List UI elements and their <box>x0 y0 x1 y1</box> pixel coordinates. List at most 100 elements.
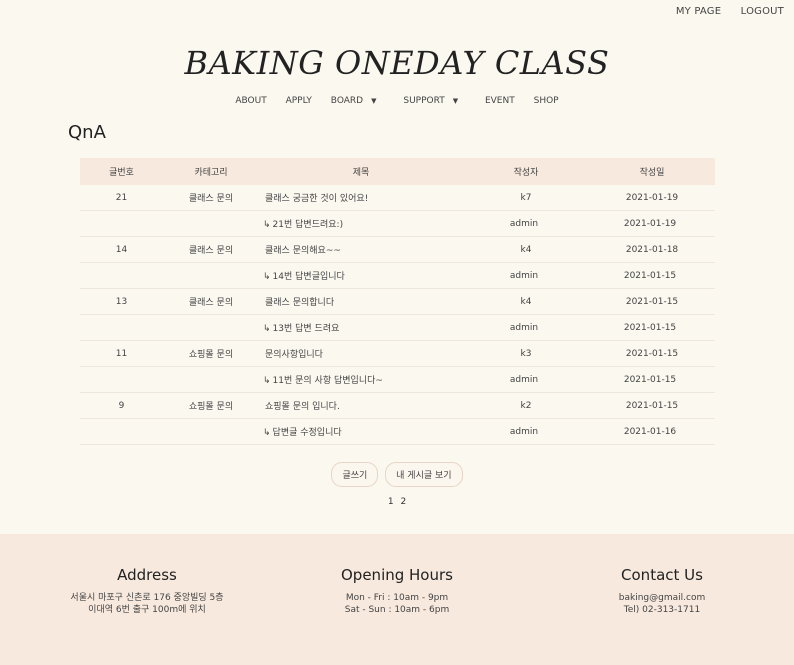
page-link-1[interactable]: 1 <box>388 497 394 507</box>
row-title[interactable]: 클래스 궁금한 것이 있어요! <box>259 191 463 204</box>
row-date: 2021-01-15 <box>623 374 677 385</box>
row-title[interactable]: ↳ 13번 답변 드려요 <box>259 321 461 334</box>
row-category: 쇼핑몰 문의 <box>188 350 234 360</box>
reply-arrow-icon: ↳ <box>263 428 271 438</box>
hours-line-1: Mon - Fri : 10am - 9pm <box>345 593 449 603</box>
footer-hours: Opening Hours Mon - Fri : 10am - 9pm Sat… <box>297 566 497 616</box>
row-title[interactable]: ↳ 14번 답변글입니다 <box>259 269 461 282</box>
nav-support-label: SUPPORT <box>403 96 445 106</box>
address-heading: Address <box>117 566 177 584</box>
table-row[interactable]: ↳ 11번 문의 사항 답변입니다~ admin 2021-01-15 <box>80 367 715 393</box>
row-author: admin <box>509 218 539 229</box>
row-title-text: 21번 답변드려요:) <box>272 220 344 230</box>
caret-down-icon: ▼ <box>371 97 377 105</box>
row-title-text: 14번 답변글입니다 <box>272 272 345 282</box>
row-no: 21 <box>115 192 128 203</box>
table-header: 글번호 카테고리 제목 작성자 작성일 <box>80 158 715 185</box>
header-title: 제목 <box>352 168 370 178</box>
row-author: admin <box>509 322 539 333</box>
nav-about[interactable]: ABOUT <box>235 96 266 106</box>
table-row[interactable]: 21 클래스 문의 클래스 궁금한 것이 있어요! k7 2021-01-19 <box>80 185 715 211</box>
row-date: 2021-01-15 <box>623 322 677 333</box>
reply-arrow-icon: ↳ <box>263 376 271 386</box>
row-no: 9 <box>118 400 125 411</box>
board-actions: 글쓰기 내 게시글 보기 <box>0 462 794 487</box>
row-category: 클래스 문의 <box>188 194 234 204</box>
row-author: k3 <box>520 348 532 359</box>
nav-apply[interactable]: APPLY <box>286 96 312 106</box>
row-author: k4 <box>520 296 532 307</box>
header-author: 작성자 <box>513 168 539 178</box>
header-no: 글번호 <box>109 168 134 178</box>
top-bar: MY PAGE LOGOUT <box>660 6 784 17</box>
row-no: 14 <box>115 244 128 255</box>
header-category: 카테고리 <box>194 168 228 178</box>
row-author: admin <box>509 426 539 437</box>
row-date: 2021-01-15 <box>625 400 679 411</box>
table-row[interactable]: 14 클래스 문의 클래스 문의해요~~ k4 2021-01-18 <box>80 237 715 263</box>
table-row[interactable]: 11 쇼핑몰 문의 문의사항입니다 k3 2021-01-15 <box>80 341 715 367</box>
table-row[interactable]: ↳ 답변글 수정입니다 admin 2021-01-16 <box>80 419 715 445</box>
row-date: 2021-01-15 <box>625 296 679 307</box>
footer-contact: Contact Us baking@gmail.com Tel) 02-313-… <box>562 566 762 616</box>
row-date: 2021-01-16 <box>623 426 677 437</box>
row-title[interactable]: ↳ 21번 답변드려요:) <box>259 217 461 230</box>
row-title-text: 클래스 궁금한 것이 있어요! <box>265 194 369 204</box>
address-line-2: 이대역 6번 출구 100m에 위치 <box>88 605 206 615</box>
row-date: 2021-01-19 <box>625 192 679 203</box>
my-page-link[interactable]: MY PAGE <box>676 6 721 17</box>
table-row[interactable]: 9 쇼핑몰 문의 쇼핑몰 문의 입니다. k2 2021-01-15 <box>80 393 715 419</box>
row-category: 쇼핑몰 문의 <box>188 402 234 412</box>
nav-event[interactable]: EVENT <box>485 96 515 106</box>
page-link-2[interactable]: 2 <box>400 497 406 507</box>
row-category: 클래스 문의 <box>188 246 234 256</box>
row-title[interactable]: ↳ 답변글 수정입니다 <box>259 425 461 438</box>
reply-arrow-icon: ↳ <box>263 272 271 282</box>
row-title-text: 답변글 수정입니다 <box>272 428 342 438</box>
row-title[interactable]: 문의사항입니다 <box>259 347 463 360</box>
pagination: 1 2 <box>0 497 794 507</box>
row-title[interactable]: ↳ 11번 문의 사항 답변입니다~ <box>259 373 461 386</box>
row-title-text: 문의사항입니다 <box>265 350 323 360</box>
logout-link[interactable]: LOGOUT <box>741 6 784 17</box>
contact-email: baking@gmail.com <box>618 593 706 603</box>
row-title[interactable]: 클래스 문의해요~~ <box>259 243 463 256</box>
row-title-text: 11번 문의 사항 답변입니다~ <box>272 376 383 386</box>
row-author: k7 <box>520 192 532 203</box>
hours-heading: Opening Hours <box>341 566 453 584</box>
nav-support[interactable]: SUPPORT ▼ <box>403 96 466 106</box>
row-author: k4 <box>520 244 532 255</box>
row-date: 2021-01-19 <box>623 218 677 229</box>
row-title-text: 쇼핑몰 문의 입니다. <box>265 402 340 412</box>
nav-shop[interactable]: SHOP <box>534 96 559 106</box>
row-title-text: 클래스 문의합니다 <box>265 298 335 308</box>
table-row[interactable]: ↳ 13번 답변 드려요 admin 2021-01-15 <box>80 315 715 341</box>
site-logo[interactable]: BAKING ONEDAY CLASS <box>0 44 794 82</box>
reply-arrow-icon: ↳ <box>263 220 271 230</box>
nav-board[interactable]: BOARD ▼ <box>331 96 385 106</box>
row-date: 2021-01-18 <box>625 244 679 255</box>
contact-phone: Tel) 02-313-1711 <box>623 605 701 615</box>
row-title[interactable]: 클래스 문의합니다 <box>259 295 463 308</box>
footer-address: Address 서울시 마포구 신촌로 176 중앙빌딩 5층 이대역 6번 출… <box>47 566 247 616</box>
row-date: 2021-01-15 <box>625 348 679 359</box>
row-no: 11 <box>115 348 128 359</box>
table-row[interactable]: ↳ 14번 답변글입니다 admin 2021-01-15 <box>80 263 715 289</box>
reply-arrow-icon: ↳ <box>263 324 271 334</box>
my-posts-button[interactable]: 내 게시글 보기 <box>385 462 463 487</box>
write-button[interactable]: 글쓰기 <box>331 462 379 487</box>
row-title-text: 13번 답변 드려요 <box>272 324 340 334</box>
page-title: QnA <box>68 122 106 143</box>
row-author: admin <box>509 374 539 385</box>
table-row[interactable]: ↳ 21번 답변드려요:) admin 2021-01-19 <box>80 211 715 237</box>
row-author: admin <box>509 270 539 281</box>
table-row[interactable]: 13 클래스 문의 클래스 문의합니다 k4 2021-01-15 <box>80 289 715 315</box>
table-body: 21 클래스 문의 클래스 궁금한 것이 있어요! k7 2021-01-19 ↳ 21번 … <box>80 185 715 445</box>
contact-heading: Contact Us <box>621 566 703 584</box>
row-title[interactable]: 쇼핑몰 문의 입니다. <box>259 399 463 412</box>
row-title-text: 클래스 문의해요~~ <box>265 246 341 256</box>
caret-down-icon: ▼ <box>452 97 459 105</box>
row-author: k2 <box>520 400 532 411</box>
hours-line-2: Sat - Sun : 10am - 6pm <box>344 605 450 615</box>
address-line-1: 서울시 마포구 신촌로 176 중앙빌딩 5층 <box>70 593 224 603</box>
